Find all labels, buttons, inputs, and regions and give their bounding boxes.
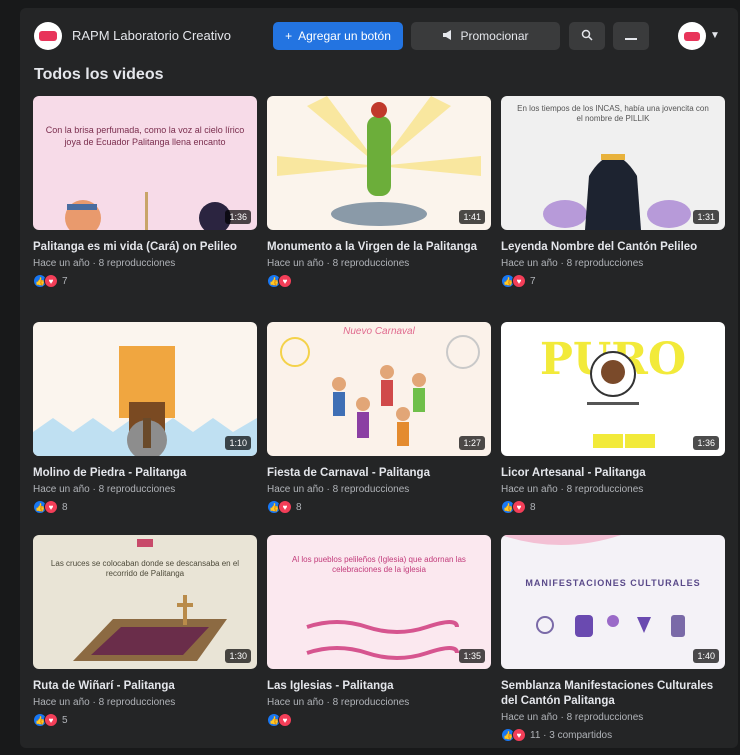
add-button-button[interactable]: + Agregar un botón: [273, 22, 403, 50]
reactions[interactable]: 👍 ♥: [267, 274, 491, 288]
more-button[interactable]: [613, 22, 649, 50]
video-duration: 1:40: [693, 649, 719, 663]
video-thumbnail[interactable]: Al los pueblos pelileños (Iglesia) que a…: [267, 535, 491, 669]
video-card[interactable]: Las cruces se colocaban donde se descans…: [33, 535, 257, 727]
video-title[interactable]: Las Iglesias - Palitanga: [267, 679, 491, 694]
brand-logo-icon: [39, 31, 57, 41]
video-meta: Hace un año · 8 reproducciones: [267, 697, 410, 708]
video-thumbnail[interactable]: Nuevo Carnaval 1:27: [267, 322, 491, 456]
video-card[interactable]: Al los pueblos pelileños (Iglesia) que a…: [267, 535, 491, 727]
video-meta: Hace un año · 8 reproducciones: [33, 484, 176, 495]
minus-icon: [625, 29, 637, 43]
promote-label: Promocionar: [460, 29, 529, 43]
video-duration: 1:35: [459, 649, 485, 663]
video-title[interactable]: Palitanga es mi vida (Cará) on Pelileo: [33, 240, 257, 255]
video-card[interactable]: 1:10 Molino de Piedra - Palitanga Hace u…: [33, 322, 257, 514]
love-icon: ♥: [44, 713, 58, 727]
video-title[interactable]: Leyenda Nombre del Cantón Pelileo: [501, 240, 725, 255]
reaction-count: 7: [62, 275, 68, 287]
videos-panel: RAPM Laboratorio Creativo + Agregar un b…: [20, 8, 738, 748]
video-thumbnail[interactable]: Con la brisa perfumada, como la voz al c…: [33, 96, 257, 230]
video-title[interactable]: Semblanza Manifestaciones Culturales del…: [501, 679, 725, 709]
video-duration: 1:27: [459, 436, 485, 450]
video-meta: Hace un año · 8 reproducciones: [501, 258, 644, 269]
video-card[interactable]: MANIFESTACIONES CULTURALES 1:40 Semblanz…: [501, 535, 725, 742]
video-thumbnail[interactable]: PURO 1:36: [501, 322, 725, 456]
reactions[interactable]: 👍 ♥: [267, 713, 491, 727]
reactions[interactable]: 👍 ♥ 8: [33, 500, 257, 514]
video-meta: Hace un año · 8 reproducciones: [33, 697, 176, 708]
video-title[interactable]: Ruta de Wiñarí - Palitanga: [33, 679, 257, 694]
page-avatar[interactable]: [34, 22, 62, 50]
video-title[interactable]: Fiesta de Carnaval - Palitanga: [267, 466, 491, 481]
reaction-count: 5: [62, 714, 68, 726]
video-duration: 1:31: [693, 210, 719, 224]
video-duration: 1:41: [459, 210, 485, 224]
love-icon: ♥: [512, 728, 526, 742]
reaction-count: 8: [530, 501, 536, 513]
video-title[interactable]: Licor Artesanal - Palitanga: [501, 466, 725, 481]
reactions[interactable]: 👍 ♥ 7: [501, 274, 725, 288]
reaction-count: 8: [62, 501, 68, 513]
video-meta: Hace un año · 8 reproducciones: [501, 712, 644, 723]
reactions[interactable]: 👍 ♥ 8: [501, 500, 725, 514]
video-duration: 1:36: [225, 210, 251, 224]
video-card[interactable]: 1:41 Monumento a la Virgen de la Palitan…: [267, 96, 491, 288]
video-card[interactable]: En los tiempos de los INCAS, había una j…: [501, 96, 725, 288]
video-title[interactable]: Monumento a la Virgen de la Palitanga: [267, 240, 491, 255]
love-icon: ♥: [278, 274, 292, 288]
megaphone-icon: [442, 29, 454, 43]
video-meta: Hace un año · 8 reproducciones: [267, 258, 410, 269]
video-duration: 1:30: [225, 649, 251, 663]
plus-icon: +: [285, 29, 293, 43]
love-icon: ♥: [512, 500, 526, 514]
love-icon: ♥: [44, 274, 58, 288]
video-duration: 1:10: [225, 436, 251, 450]
reactions[interactable]: 👍 ♥ 5: [33, 713, 257, 727]
reactions[interactable]: 👍 ♥ 8: [267, 500, 491, 514]
caret-down-icon[interactable]: ▼: [710, 30, 720, 41]
video-thumbnail[interactable]: En los tiempos de los INCAS, había una j…: [501, 96, 725, 230]
reactions[interactable]: 👍 ♥ 11 · 3 compartidos: [501, 728, 725, 742]
reaction-count: 11 · 3 compartidos: [530, 729, 613, 741]
love-icon: ♥: [278, 713, 292, 727]
video-thumbnail[interactable]: 1:10: [33, 322, 257, 456]
reaction-count: 8: [296, 501, 302, 513]
love-icon: ♥: [512, 274, 526, 288]
video-meta: Hace un año · 8 reproducciones: [267, 484, 410, 495]
video-meta: Hace un año · 8 reproducciones: [33, 258, 176, 269]
video-thumbnail[interactable]: MANIFESTACIONES CULTURALES 1:40: [501, 535, 725, 669]
promote-button[interactable]: Promocionar: [411, 22, 560, 50]
account-avatar[interactable]: [678, 22, 706, 50]
video-duration: 1:36: [693, 436, 719, 450]
video-meta: Hace un año · 8 reproducciones: [501, 484, 644, 495]
add-button-label: Agregar un botón: [298, 29, 391, 43]
page-name[interactable]: RAPM Laboratorio Creativo: [72, 28, 231, 43]
search-icon: [581, 29, 593, 44]
video-card[interactable]: PURO 1:36 Licor Artesanal - Palitanga Ha…: [501, 322, 725, 514]
video-card[interactable]: Con la brisa perfumada, como la voz al c…: [33, 96, 257, 288]
love-icon: ♥: [278, 500, 292, 514]
reaction-count: 7: [530, 275, 536, 287]
brand-logo-icon: [684, 31, 700, 41]
search-button[interactable]: [569, 22, 605, 50]
video-thumbnail[interactable]: 1:41: [267, 96, 491, 230]
reactions[interactable]: 👍 ♥ 7: [33, 274, 257, 288]
section-title: Todos los videos: [34, 66, 164, 83]
love-icon: ♥: [44, 500, 58, 514]
video-card[interactable]: Nuevo Carnaval 1:27 Fiesta de Carnaval -…: [267, 322, 491, 514]
video-title[interactable]: Molino de Piedra - Palitanga: [33, 466, 257, 481]
page-header: RAPM Laboratorio Creativo + Agregar un b…: [20, 8, 738, 64]
video-thumbnail[interactable]: Las cruces se colocaban donde se descans…: [33, 535, 257, 669]
